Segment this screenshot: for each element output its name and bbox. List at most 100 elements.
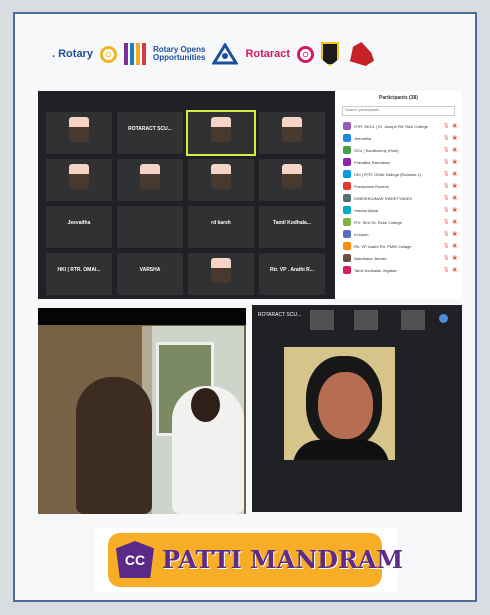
participant-row[interactable]: Pravalika Ravindran 🎙 ▣ [343, 156, 462, 168]
participant-video-tile[interactable] [188, 253, 254, 295]
mic-muted-icon[interactable]: 🎙 [443, 159, 449, 165]
participant-avatar [343, 242, 351, 250]
rotaract-logo-text: Rotaract [245, 48, 291, 60]
participant-name: Nandhana Jeevan [354, 255, 387, 261]
camera-off-icon[interactable]: ▣ [452, 135, 457, 141]
participant-row[interactable]: DINESHKUMAR SWEETYADEV 🎙 ▣ [343, 192, 462, 204]
event-banner-background: CC PATTI MANDRAM [95, 528, 403, 592]
mic-muted-icon[interactable]: 🎙 [443, 267, 449, 273]
camera-off-icon[interactable]: ▣ [452, 183, 457, 189]
participant-row[interactable]: Yasmin Akbar 🎙 ▣ [343, 204, 462, 216]
participant-name: SCU | Kandhavely (Host) [354, 147, 399, 153]
camera-off-icon[interactable]: ▣ [452, 195, 457, 201]
rotary-wheel-icon [99, 45, 117, 63]
participant-row[interactable]: Nandhana Jeevan 🎙 ▣ [343, 252, 462, 264]
participant-name: rd karsh [354, 231, 369, 237]
participant-video-tile[interactable]: HKI | RTR. OMAI... [46, 253, 112, 295]
partner-logos: . Rotary Rotary Opens Opportunities Rota… [52, 34, 442, 74]
mic-muted-icon[interactable]: 🎙 [443, 243, 449, 249]
participants-search-input[interactable]: Search participants [342, 106, 455, 116]
participant-video-tile[interactable]: rd karsh [188, 206, 254, 248]
camera-off-icon[interactable]: ▣ [452, 123, 457, 129]
mic-muted-icon[interactable]: 🎙 [443, 123, 449, 129]
participant-video-tile[interactable] [186, 110, 256, 156]
speaker-face [318, 372, 373, 439]
participant-row[interactable]: Tamil Kodhalan Jegatan 🎙 ▣ [343, 264, 462, 276]
mic-muted-icon[interactable]: 🎙 [443, 219, 449, 225]
video-meeting-screenshot: ROTARACT SCU... Jeevaitha rd karsh Tamil Ko… [38, 91, 462, 299]
call-thumbnail [354, 310, 378, 330]
participant-tile-title: Rtr. VP . Arathi R... [270, 267, 314, 273]
participant-tile-title: Tamil Kodhala... [273, 220, 311, 226]
camera-off-icon[interactable]: ▣ [452, 243, 457, 249]
participant-name: DINESHKUMAR SWEETYADEV [354, 195, 413, 201]
participant-video-tile[interactable]: Rtr. VP . Arathi R... [259, 253, 325, 295]
camera-off-icon[interactable]: ▣ [452, 159, 457, 165]
participant-row[interactable]: SCU | Kandhavely (Host) 🎙 ▣ [343, 144, 462, 156]
participant-video-thumbnail [282, 117, 302, 142]
speaker-shirt [293, 440, 389, 460]
camera-off-icon[interactable]: ▣ [452, 171, 457, 177]
participant-avatar [343, 170, 351, 178]
participant-video-thumbnail [140, 164, 160, 189]
participant-video-tile[interactable]: VARSHA [117, 253, 183, 295]
participant-row[interactable]: Jeevaitha 🎙 ▣ [343, 132, 462, 144]
rotaract-wheel-icon [297, 45, 315, 63]
participants-list: RTR. SKCL | St. Joseph Rtr. Ravi College… [335, 120, 462, 276]
participant-row[interactable]: HKI | RTR. OMAI Kalinga (Rotaract 1) 🎙 ▣ [343, 168, 462, 180]
patti-mandram-banner: CC PATTI MANDRAM [108, 533, 403, 587]
call-thumbnail [310, 310, 334, 330]
participant-video-tile[interactable] [188, 159, 254, 201]
participant-name: Yasmin Akbar [354, 207, 379, 213]
club-triangle-icon [212, 43, 239, 65]
mic-muted-icon[interactable]: 🎙 [443, 207, 449, 213]
participant-avatar [343, 254, 351, 262]
mic-muted-icon[interactable]: 🎙 [443, 183, 449, 189]
participant-video-tile[interactable]: Tamil Kodhala... [259, 206, 325, 248]
camera-off-icon[interactable]: ▣ [452, 267, 457, 273]
participant-avatar [343, 194, 351, 202]
mic-muted-icon[interactable]: 🎙 [443, 135, 449, 141]
shield-logo-icon [321, 42, 340, 66]
participant-row[interactable]: rd karsh 🎙 ▣ [343, 228, 462, 240]
participant-row[interactable]: Rtr. VP. Arathi Rtr. PMW Collage 🎙 ▣ [343, 240, 462, 252]
participant-avatar [343, 182, 351, 190]
participant-row[interactable]: RTR. SKCL | St. Joseph Rtr. Ravi College… [343, 120, 462, 132]
participant-video-tile[interactable] [46, 159, 112, 201]
mic-muted-icon[interactable]: 🎙 [443, 147, 449, 153]
participant-tile-title: rd karsh [211, 220, 231, 226]
mic-muted-icon[interactable]: 🎙 [443, 231, 449, 237]
club-badge-icon: CC [116, 541, 154, 578]
participant-avatar [343, 134, 351, 142]
participant-video-tile[interactable] [259, 112, 325, 154]
camera-off-icon[interactable]: ▣ [452, 147, 457, 153]
participant-video-tile[interactable] [117, 206, 183, 248]
rotary-logo-text: . Rotary [52, 48, 93, 60]
participant-name: Pravalika Ravindran [354, 159, 390, 165]
participant-video-tile[interactable] [259, 159, 325, 201]
opportunities-text: Opportunities [152, 53, 206, 62]
participants-header: Participants (38) [379, 95, 418, 101]
participant-avatar [343, 218, 351, 226]
mic-muted-icon[interactable]: 🎙 [443, 255, 449, 261]
participant-row[interactable]: RTr. SKU St. Rose College 🎙 ▣ [343, 216, 462, 228]
participant-tile-title: ROTARACT SCU... [128, 126, 172, 132]
participant-video-grid: ROTARACT SCU... Jeevaitha rd karsh Tamil Ko… [46, 110, 332, 299]
participant-video-tile[interactable]: Jeevaitha [46, 206, 112, 248]
participant-video-tile[interactable] [46, 112, 112, 154]
participant-video-tile[interactable] [117, 159, 183, 201]
participant-video-tile[interactable]: ROTARACT SCU... [117, 112, 183, 154]
mic-muted-icon[interactable]: 🎙 [443, 195, 449, 201]
participant-video-thumbnail [211, 164, 231, 189]
participant-tile-title: HKI | RTR. OMAI... [57, 267, 101, 273]
participant-avatar [343, 158, 351, 166]
mic-muted-icon[interactable]: 🎙 [443, 171, 449, 177]
participant-row[interactable]: Pushpamol Rozerio 🎙 ▣ [343, 180, 462, 192]
participant-name: Rtr. VP. Arathi Rtr. PMW Collage [354, 243, 412, 249]
camera-off-icon[interactable]: ▣ [452, 231, 457, 237]
camera-off-icon[interactable]: ▣ [452, 207, 457, 213]
participant-name: HKI | RTR. OMAI Kalinga (Rotaract 1) [354, 171, 422, 177]
camera-off-icon[interactable]: ▣ [452, 219, 457, 225]
participant-avatar [343, 266, 351, 274]
camera-off-icon[interactable]: ▣ [452, 255, 457, 261]
